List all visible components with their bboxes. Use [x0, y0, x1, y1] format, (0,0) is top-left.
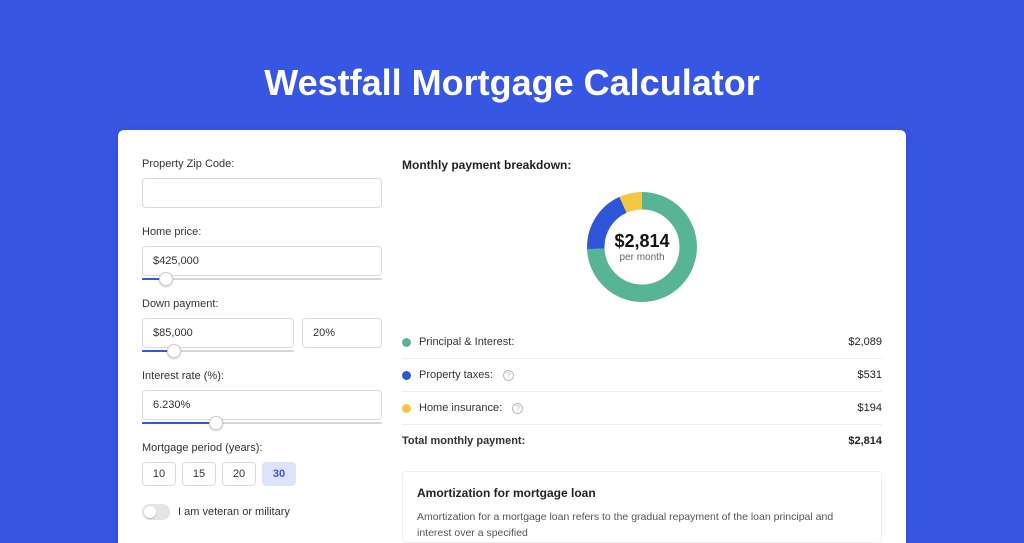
home-price-field: Home price: [142, 226, 382, 280]
period-option-15[interactable]: 15 [182, 462, 216, 486]
veteran-toggle-row: I am veteran or military [142, 504, 382, 520]
mortgage-period-options: 10152030 [142, 462, 382, 486]
veteran-label: I am veteran or military [178, 506, 290, 518]
page-title: Westfall Mortgage Calculator [0, 0, 1024, 130]
home-price-label: Home price: [142, 226, 382, 238]
help-icon[interactable]: ? [503, 370, 514, 381]
home-price-slider-thumb[interactable] [159, 272, 173, 286]
legend-dot-icon [402, 404, 411, 413]
legend-label: Home insurance: [419, 402, 502, 414]
period-option-20[interactable]: 20 [222, 462, 256, 486]
mortgage-period-label: Mortgage period (years): [142, 442, 382, 454]
breakdown-panel: Monthly payment breakdown: $2,814 per mo… [402, 158, 882, 543]
period-option-30[interactable]: 30 [262, 462, 296, 486]
zip-field: Property Zip Code: [142, 158, 382, 208]
down-payment-slider-thumb[interactable] [167, 344, 181, 358]
home-price-slider[interactable] [142, 278, 382, 280]
donut-chart: $2,814 per month [581, 186, 703, 308]
legend-total-label: Total monthly payment: [402, 435, 525, 447]
donut-center-amount: $2,814 [614, 231, 669, 252]
legend-label: Property taxes: [419, 369, 493, 381]
legend-total-row: Total monthly payment: $2,814 [402, 425, 882, 457]
period-option-10[interactable]: 10 [142, 462, 176, 486]
zip-label: Property Zip Code: [142, 158, 382, 170]
legend-dot-icon [402, 371, 411, 380]
legend-value: $194 [858, 402, 882, 414]
interest-rate-input[interactable] [142, 390, 382, 420]
interest-rate-slider-fill [142, 422, 216, 424]
down-payment-field: Down payment: [142, 298, 382, 352]
legend: Principal & Interest: $2,089 Property taxe… [402, 326, 882, 457]
down-percent-input[interactable] [302, 318, 382, 348]
amortization-box: Amortization for mortgage loan Amortizat… [402, 471, 882, 543]
legend-row: Property taxes:? $531 [402, 359, 882, 392]
legend-row: Principal & Interest: $2,089 [402, 326, 882, 359]
zip-input[interactable] [142, 178, 382, 208]
legend-row: Home insurance:? $194 [402, 392, 882, 425]
legend-value: $531 [858, 369, 882, 381]
amortization-title: Amortization for mortgage loan [417, 486, 867, 500]
legend-label: Principal & Interest: [419, 336, 514, 348]
veteran-toggle[interactable] [142, 504, 170, 520]
amortization-text: Amortization for a mortgage loan refers … [417, 510, 867, 542]
interest-rate-slider[interactable] [142, 422, 382, 424]
interest-rate-slider-thumb[interactable] [209, 416, 223, 430]
legend-value: $2,089 [848, 336, 882, 348]
legend-total-value: $2,814 [848, 435, 882, 447]
down-payment-label: Down payment: [142, 298, 382, 310]
mortgage-period-field: Mortgage period (years): 10152030 [142, 442, 382, 486]
calculator-card: Property Zip Code: Home price: Down paym… [118, 130, 906, 543]
down-payment-slider[interactable] [142, 350, 294, 352]
interest-rate-field: Interest rate (%): [142, 370, 382, 424]
interest-rate-label: Interest rate (%): [142, 370, 382, 382]
home-price-input[interactable] [142, 246, 382, 276]
donut-center-sub: per month [619, 252, 664, 263]
help-icon[interactable]: ? [512, 403, 523, 414]
form-panel: Property Zip Code: Home price: Down paym… [142, 158, 382, 543]
breakdown-heading: Monthly payment breakdown: [402, 158, 882, 172]
down-amount-input[interactable] [142, 318, 294, 348]
legend-dot-icon [402, 338, 411, 347]
donut-chart-wrap: $2,814 per month [402, 180, 882, 326]
